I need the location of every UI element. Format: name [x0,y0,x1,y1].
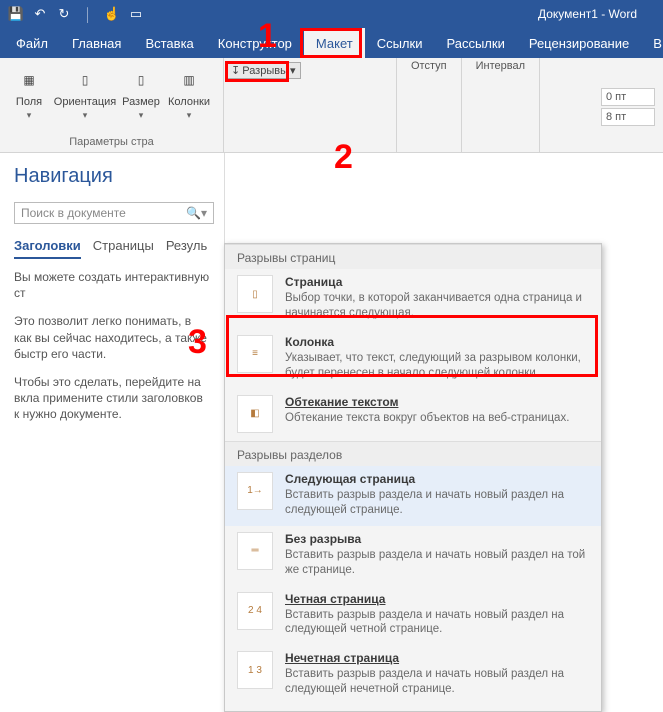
nav-tab-2[interactable]: Резуль [166,238,207,259]
nav-hint-2: Это позволит легко понимать, в как вы се… [14,313,210,362]
page-break-icon: ◧ [237,395,273,433]
dropdown-item[interactable]: 1 3 Нечетная страница Вставить разрыв разд… [225,645,601,705]
chevron-down-icon: ▾ [187,110,192,121]
save-icon[interactable]: 💾 [6,4,26,24]
annotation-box-2 [225,61,289,82]
dropdown-section-header: Разрывы страниц [225,244,601,269]
breaks-dropdown: Разрывы страниц▯СтраницаВыбор точки, в к… [224,243,602,712]
nav-tab-0[interactable]: Заголовки [14,238,81,259]
orientation-label: Ориентация [54,96,116,108]
ribbon: ▦ Поля ▾ ▯ Ориентация ▾ ▯ Размер ▾ ▥ Кол… [0,58,663,153]
chevron-down-icon: ▾ [83,110,88,121]
indent-label: Отступ [403,60,455,76]
touch-mode-icon[interactable]: ☝ [102,4,122,24]
search-input[interactable]: Поиск в документе 🔍▾ [14,202,214,224]
dropdown-item-title: Без разрыва [285,532,589,546]
nav-tab-1[interactable]: Страницы [93,238,154,259]
tab-конструктор[interactable]: Конструктор [206,28,304,58]
new-doc-icon[interactable]: ▭ [126,4,146,24]
tab-рассылки[interactable]: Рассылки [434,28,516,58]
dropdown-item-desc: Вставить разрыв раздела и начать новый р… [285,667,589,697]
title-bar: 💾 ↶ ↻ │ ☝ ▭ Документ1 - Word [0,0,663,28]
chevron-down-icon: ▾ [139,110,144,121]
tab-ссылки[interactable]: Ссылки [365,28,435,58]
columns-button[interactable]: ▥ Колонки ▾ [166,62,212,121]
dropdown-item[interactable]: 1→ Следующая страница Вставить разрыв разд… [225,466,601,526]
annotation-box-3 [226,315,598,377]
dropdown-item-desc: Вставить разрыв раздела и начать новый р… [285,548,589,578]
chevron-down-icon: ▾ [290,64,296,77]
orientation-button[interactable]: ▯ Ориентация ▾ [54,62,116,121]
separator-icon: │ [78,4,98,24]
tab-рецензирование[interactable]: Рецензирование [517,28,641,58]
dropdown-item[interactable]: ◧ Обтекание текстом Обтекание текста вокру… [225,389,601,441]
search-icon: 🔍▾ [186,206,207,220]
orientation-icon: ▯ [71,66,99,94]
spacing-after-input[interactable]: 8 пт [601,108,655,126]
annotation-number-1: 1 [258,17,277,56]
dropdown-item-desc: Вставить разрыв раздела и начать новый р… [285,488,589,518]
dropdown-item[interactable]: ═ Без разрыва Вставить разрыв раздела и на… [225,526,601,586]
margins-button[interactable]: ▦ Поля ▾ [6,62,52,121]
tab-файл[interactable]: Файл [4,28,60,58]
chevron-down-icon: ▾ [27,110,32,121]
interval-label: Интервал [468,60,533,76]
dropdown-item-title: Нечетная страница [285,651,589,665]
annotation-number-3: 3 [188,323,207,362]
tab-в[interactable]: В [641,28,663,58]
size-button[interactable]: ▯ Размер ▾ [118,62,164,121]
page-setup-group-label: Параметры стра [6,136,217,150]
page-break-icon: 1→ [237,472,273,510]
nav-tabs: Заголовки Страницы Резуль [14,238,210,259]
document-title: Документ1 - Word [538,7,657,21]
page-break-icon: 2 4 [237,592,273,630]
dropdown-item[interactable]: 2 4 Четная страница Вставить разрыв раздел… [225,586,601,646]
search-placeholder: Поиск в документе [21,206,126,220]
spacing-before-input[interactable]: 0 пт [601,88,655,106]
dropdown-section-header: Разрывы разделов [225,441,601,466]
undo-icon[interactable]: ↶ [30,4,50,24]
page-break-icon: ▯ [237,275,273,313]
dropdown-item-desc: Обтекание текста вокруг объектов на веб-… [285,411,589,426]
dropdown-item-title: Обтекание текстом [285,395,589,409]
dropdown-item-title: Страница [285,275,589,289]
page-break-icon: ═ [237,532,273,570]
navigation-title: Навигация [14,165,210,188]
tab-главная[interactable]: Главная [60,28,133,58]
margins-icon: ▦ [15,66,43,94]
columns-label: Колонки [168,96,210,108]
nav-hint-1: Вы можете создать интерактивную ст [14,269,210,301]
annotation-number-2: 2 [334,138,353,177]
dropdown-item-title: Четная страница [285,592,589,606]
nav-hint-3: Чтобы это сделать, перейдите на вкла при… [14,374,210,423]
size-label: Размер [122,96,160,108]
dropdown-item-title: Следующая страница [285,472,589,486]
tab-вставка[interactable]: Вставка [133,28,205,58]
dropdown-item-desc: Вставить разрыв раздела и начать новый р… [285,608,589,638]
columns-icon: ▥ [175,66,203,94]
page-break-icon: 1 3 [237,651,273,689]
redo-icon[interactable]: ↻ [54,4,74,24]
annotation-box-1 [300,28,362,58]
size-icon: ▯ [127,66,155,94]
margins-label: Поля [16,96,42,108]
